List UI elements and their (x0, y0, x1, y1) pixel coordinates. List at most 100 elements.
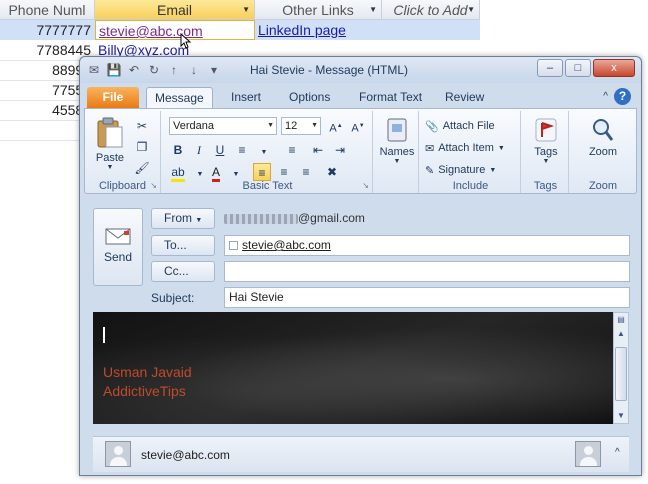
attach-item-button[interactable]: ✉ Attach Item ▼ (425, 139, 505, 157)
chevron-down-icon: ▼ (489, 166, 497, 174)
align-right-icon[interactable]: ≡ (297, 163, 315, 181)
names-button[interactable]: Names ▼ (379, 117, 415, 165)
table-row[interactable]: 7777777 stevie@abc.com LinkedIn page (0, 20, 480, 40)
scroll-thumb[interactable] (615, 347, 627, 401)
to-field[interactable]: stevie@abc.com (224, 235, 630, 256)
send-button[interactable]: Send (93, 208, 143, 286)
title-bar[interactable]: ✉ 💾 ↶ ↻ ↑ ↓ ▾ Hai Stevie - Message (HTML… (80, 57, 641, 83)
up-arrow-icon[interactable]: ↑ (166, 62, 182, 78)
quick-access-toolbar: ✉ 💾 ↶ ↻ ↑ ↓ ▾ (86, 62, 222, 78)
dialog-launcher-icon[interactable]: ↘ (362, 181, 369, 190)
redacted-username (224, 213, 298, 224)
address-book-icon (387, 118, 407, 142)
to-button[interactable]: To... (151, 235, 215, 256)
contact-status-icon (229, 241, 238, 251)
chevron-down-icon: ▼ (542, 158, 550, 165)
font-size-dropdown[interactable]: 12 ▼ (281, 117, 321, 135)
format-painter-icon[interactable]: 🖌 (133, 159, 151, 177)
table-cell-link[interactable]: LinkedIn page (255, 20, 382, 40)
chevron-down-icon[interactable]: ▼ (467, 0, 475, 19)
pen-icon: ✎ (425, 164, 435, 177)
tab-insert[interactable]: Insert (223, 87, 269, 108)
increase-indent-icon[interactable]: ⇥ (331, 141, 349, 159)
numbering-icon[interactable]: ≡ (283, 141, 301, 159)
highlight-icon[interactable]: ab (169, 163, 187, 182)
close-button[interactable]: x (593, 59, 635, 77)
grid-line (0, 80, 80, 81)
italic-button[interactable]: I (190, 141, 208, 159)
body-scrollbar[interactable]: ▤ ▲ ▼ (613, 312, 629, 424)
tab-options[interactable]: Options (281, 87, 338, 108)
chevron-down-icon: ▼ (311, 122, 318, 129)
scroll-down-icon[interactable]: ▼ (614, 409, 628, 423)
message-body[interactable]: Usman Javaid AddictiveTips (93, 312, 613, 424)
chevron-down-icon[interactable]: ▼ (242, 0, 250, 19)
chevron-down-icon[interactable]: ▼ (227, 163, 245, 181)
customize-toolbar-icon[interactable]: ▾ (206, 62, 222, 78)
grow-font-icon[interactable]: A▲ (327, 117, 345, 135)
shrink-font-icon[interactable]: A▼ (349, 117, 367, 135)
cc-button[interactable]: Cc... (151, 261, 215, 282)
expand-people-pane-icon[interactable]: ^ (615, 447, 620, 458)
window-controls: – □ x (537, 59, 635, 77)
tab-message[interactable]: Message (146, 87, 213, 108)
attach-file-button[interactable]: 📎 Attach File (425, 117, 495, 135)
envelope-icon: ✉ (425, 142, 435, 155)
underline-button[interactable]: U (211, 141, 229, 159)
from-button[interactable]: From ▼ (151, 208, 215, 229)
redo-icon[interactable]: ↻ (146, 62, 162, 78)
signature-name: Usman Javaid (103, 364, 192, 380)
signature-button[interactable]: ✎ Signature ▼ (425, 161, 496, 179)
cut-icon[interactable]: ✂ (133, 117, 151, 135)
signature-company: AddictiveTips (103, 383, 186, 399)
save-icon[interactable]: 💾 (106, 62, 122, 78)
minimize-button[interactable]: – (537, 59, 563, 77)
scroll-up-icon[interactable]: ▲ (614, 327, 628, 341)
undo-icon[interactable]: ↶ (126, 62, 142, 78)
table-cell-phone[interactable]: 7777777 (0, 20, 95, 40)
table-cell-email-editing[interactable]: stevie@abc.com (95, 20, 255, 40)
bold-button[interactable]: B (169, 141, 187, 159)
signature-label: Signature (438, 164, 486, 176)
tags-button[interactable]: Tags ▼ (529, 117, 563, 165)
cc-field[interactable] (224, 261, 630, 282)
align-left-icon[interactable]: ≡ (253, 163, 271, 181)
subject-label: Subject: (151, 291, 195, 305)
chevron-down-icon[interactable]: ▼ (369, 0, 377, 19)
flag-icon (535, 118, 557, 142)
chevron-down-icon[interactable]: ▼ (255, 141, 273, 159)
tab-review[interactable]: Review (437, 87, 492, 108)
column-header-other-links[interactable]: Other Links ▼ (255, 0, 382, 20)
zoom-button[interactable]: Zoom (579, 117, 627, 158)
dialog-launcher-icon[interactable]: ↘ (150, 181, 157, 190)
bullets-icon[interactable]: ≡ (233, 141, 251, 159)
people-pane-name[interactable]: stevie@abc.com (141, 448, 230, 462)
ribbon: Paste ▼ ✂ ❐ 🖌 Clipboard ↘ Verdana ▼ 12 ▼… (84, 108, 637, 194)
ruler-icon[interactable]: ▤ (614, 313, 628, 327)
font-name-dropdown[interactable]: Verdana ▼ (169, 117, 277, 135)
clear-formatting-icon[interactable]: ✖ (323, 163, 341, 181)
magnifier-icon (593, 119, 614, 141)
minimize-ribbon-icon[interactable]: ^ (603, 91, 608, 102)
paste-button[interactable]: Paste ▼ (93, 117, 127, 171)
help-icon[interactable]: ? (614, 88, 631, 105)
maximize-button[interactable]: □ (565, 59, 591, 77)
column-header-click-to-add[interactable]: Click to Add ▼ (382, 0, 480, 20)
copy-icon[interactable]: ❐ (133, 138, 151, 156)
font-color-icon[interactable]: A (207, 163, 225, 182)
subject-field[interactable]: Hai Stevie (224, 287, 630, 308)
column-header-email[interactable]: Email ▼ (95, 0, 255, 20)
tab-format-text[interactable]: Format Text (351, 87, 430, 108)
tab-file[interactable]: File (87, 87, 139, 108)
envelope-icon[interactable]: ✉ (86, 62, 102, 78)
avatar[interactable] (575, 441, 601, 467)
zoom-group: Zoom Zoom (571, 111, 635, 193)
down-arrow-icon[interactable]: ↓ (186, 62, 202, 78)
avatar[interactable] (105, 441, 131, 467)
message-header: Send From ▼ @gmail.com To... stevie@abc.… (84, 198, 637, 310)
align-center-icon[interactable]: ≡ (275, 163, 293, 181)
grid-line (0, 140, 80, 141)
to-recipient[interactable]: stevie@abc.com (242, 238, 331, 252)
column-header-phone[interactable]: Phone Numl (0, 0, 95, 20)
decrease-indent-icon[interactable]: ⇤ (309, 141, 327, 159)
